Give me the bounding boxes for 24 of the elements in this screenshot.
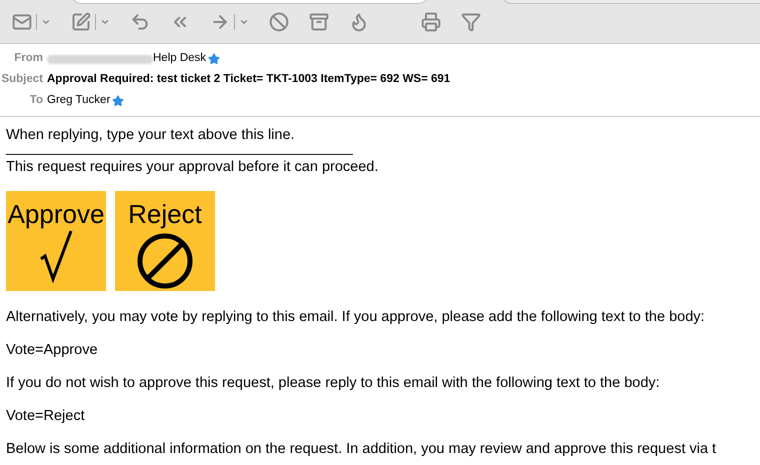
approve-button[interactable]: Approve <box>6 191 106 291</box>
body-text: If you do not wish to approve this request, please reply to this email with the following text to the body: <box>6 374 661 393</box>
reject-button[interactable]: Reject <box>115 191 215 291</box>
body-text: Below is some additional information on the request. In addition, you may review and approve this request via t <box>6 440 718 459</box>
body-text: Vote=Reject <box>6 407 86 426</box>
body-text: Alternatively, you may vote by replying to this email. If you approve, please add the following text to the body: <box>6 308 706 327</box>
reply-icon <box>130 12 150 32</box>
print-icon <box>421 12 441 32</box>
prohibited-icon <box>137 233 193 289</box>
check-icon <box>39 229 73 283</box>
body-text: This request requires your approval before it can proceed. <box>6 158 380 177</box>
filter-icon <box>461 12 481 32</box>
compose-icon <box>71 12 91 32</box>
field-value: Help Desk <box>153 51 206 66</box>
archive-icon <box>309 12 329 32</box>
mail-icon <box>12 12 32 32</box>
prohibited-icon <box>269 12 289 32</box>
field-value: Greg Tucker <box>47 93 110 108</box>
field-value: Approval Required: test ticket 2 Ticket= TKT-1003 ItemType= 692 WS= 691 <box>47 72 450 88</box>
field-label: From <box>13 51 44 66</box>
flame-icon <box>349 12 369 32</box>
field-label: To <box>28 93 44 108</box>
field-label: Subject <box>0 72 44 88</box>
body-text: Vote=Approve <box>6 341 99 360</box>
